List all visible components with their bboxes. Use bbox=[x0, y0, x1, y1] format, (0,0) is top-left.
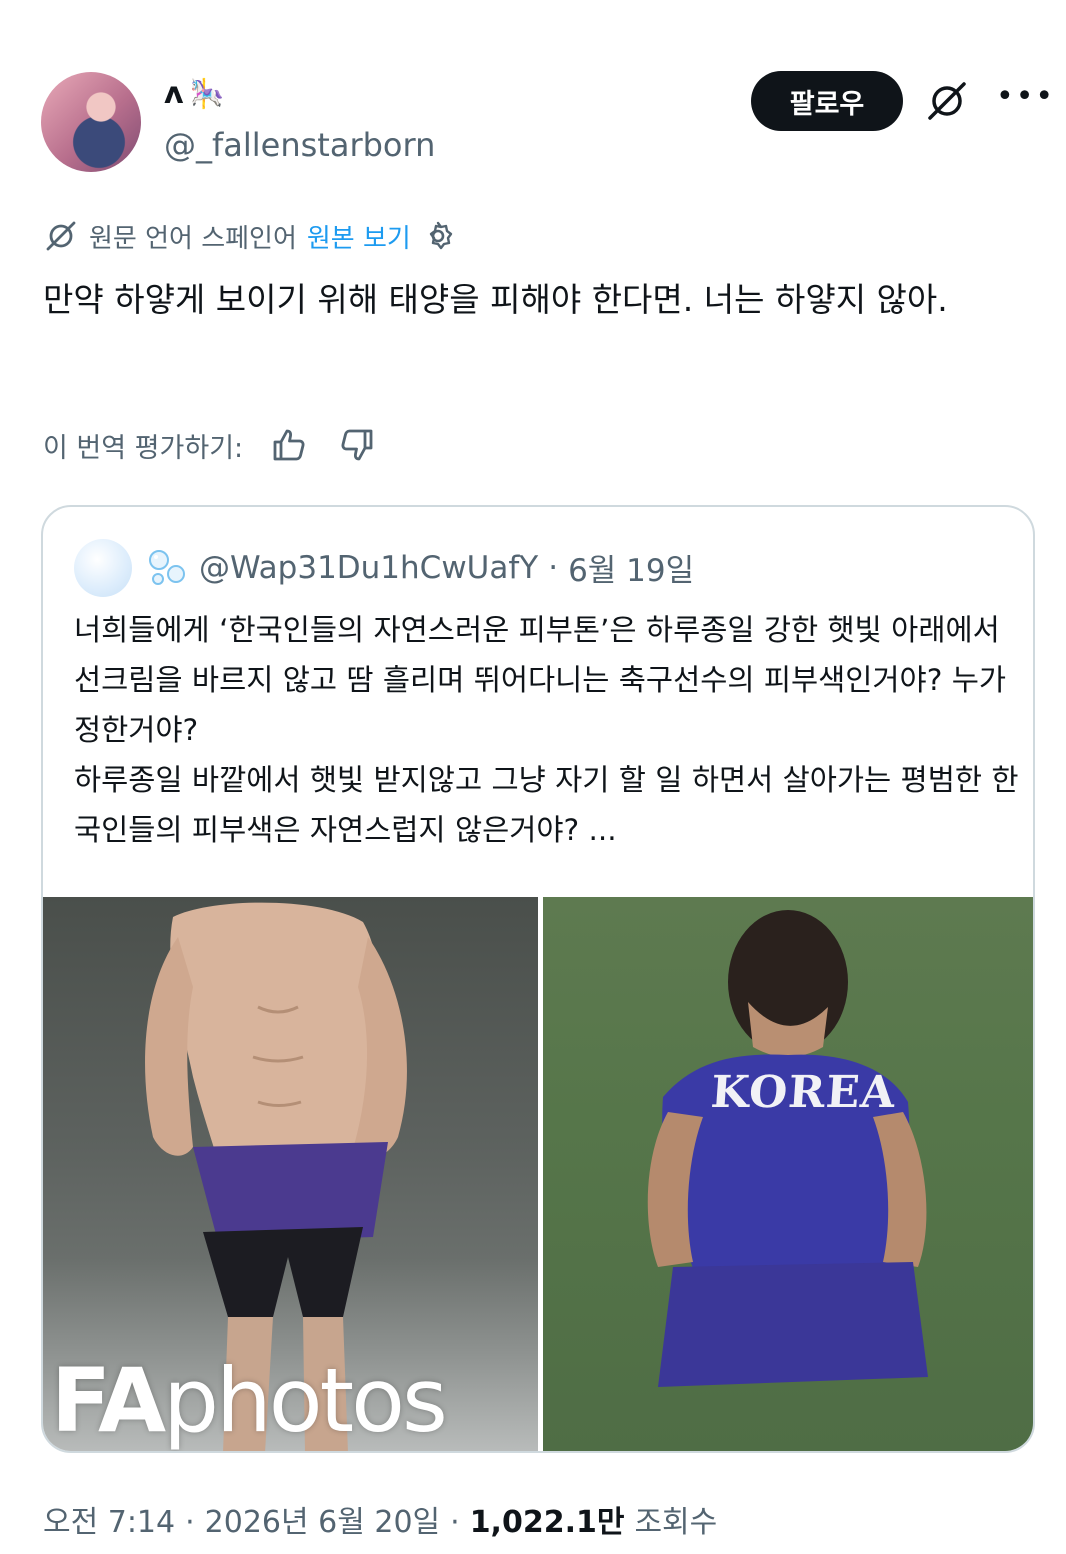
rate-translation-row: 이 번역 평가하기: bbox=[43, 420, 375, 470]
carousel-horse-icon: 🎠 bbox=[189, 77, 225, 110]
translate-icon[interactable] bbox=[925, 79, 969, 123]
footer-separator: · bbox=[450, 1505, 460, 1540]
tweet-time[interactable]: 오전 7:14 bbox=[43, 1497, 175, 1541]
show-original-link[interactable]: 원본 보기 bbox=[307, 218, 411, 255]
quoted-tweet[interactable]: @Wap31Du1hCwUafY · 6월 19일 너희들에게 ‘한국인들의 자… bbox=[41, 505, 1035, 1453]
quoted-author-handle[interactable]: @Wap31Du1hCwUafY bbox=[199, 550, 538, 586]
quoted-tweet-meta: @Wap31Du1hCwUafY · 6월 19일 bbox=[145, 545, 694, 590]
quoted-text-paragraph: 하루종일 바깥에서 햇빛 받지않고 그냥 자기 할 일 하면서 살아가는 평범한… bbox=[74, 763, 1019, 847]
thumbs-up-icon[interactable] bbox=[271, 426, 309, 464]
translation-bar: 원문 언어 스페인어 원본 보기 bbox=[43, 216, 455, 256]
thumbs-down-icon[interactable] bbox=[337, 426, 375, 464]
source-language-label: 원문 언어 스페인어 bbox=[89, 223, 297, 254]
quoted-tweet-date[interactable]: 6월 19일 bbox=[568, 545, 694, 590]
display-name-text: ʌ bbox=[164, 76, 184, 111]
quoted-photo-1[interactable]: FAphotos bbox=[43, 897, 538, 1451]
gear-icon[interactable] bbox=[421, 219, 455, 253]
follow-button[interactable]: 팔로우 bbox=[751, 71, 903, 131]
views-label: 조회수 bbox=[634, 1505, 718, 1540]
author-avatar[interactable] bbox=[41, 72, 141, 172]
quoted-tweet-text: 너희들에게 ‘한국인들의 자연스러운 피부톤’은 하루종일 강한 햇빛 아래에서… bbox=[74, 605, 1019, 855]
quoted-author-avatar[interactable] bbox=[74, 539, 132, 597]
watermark-bold: FA bbox=[51, 1349, 166, 1452]
tweet-footer: 오전 7:14 · 2026년 6월 20일 · 1,022.1만 조회수 bbox=[43, 1497, 717, 1541]
tweet-date[interactable]: 2026년 6월 20일 bbox=[205, 1497, 440, 1541]
quoted-photo-2[interactable]: KOREA bbox=[543, 897, 1033, 1451]
quoted-text-paragraph: 너희들에게 ‘한국인들의 자연스러운 피부톤’은 하루종일 강한 햇빛 아래에서… bbox=[74, 613, 1007, 747]
meta-separator: · bbox=[548, 549, 559, 586]
jersey-lettering: KOREA bbox=[709, 1067, 898, 1118]
footer-separator: · bbox=[185, 1505, 195, 1540]
tweet-text: 만약 하얗게 보이기 위해 태양을 피해야 한다면. 너는 하얗지 않아. bbox=[43, 280, 948, 319]
views-count: 1,022.1만 bbox=[469, 1505, 625, 1540]
author-display-name[interactable]: ʌ 🎠 bbox=[164, 76, 224, 111]
bubbles-icon bbox=[145, 546, 189, 590]
author-handle[interactable]: @_fallenstarborn bbox=[164, 126, 435, 164]
watermark-rest: photos bbox=[163, 1349, 448, 1452]
photo-watermark: FAphotos bbox=[51, 1357, 448, 1445]
rate-translation-label: 이 번역 평가하기: bbox=[43, 432, 244, 464]
more-options-icon[interactable]: ••• bbox=[996, 82, 1053, 118]
translate-small-icon bbox=[43, 218, 79, 254]
